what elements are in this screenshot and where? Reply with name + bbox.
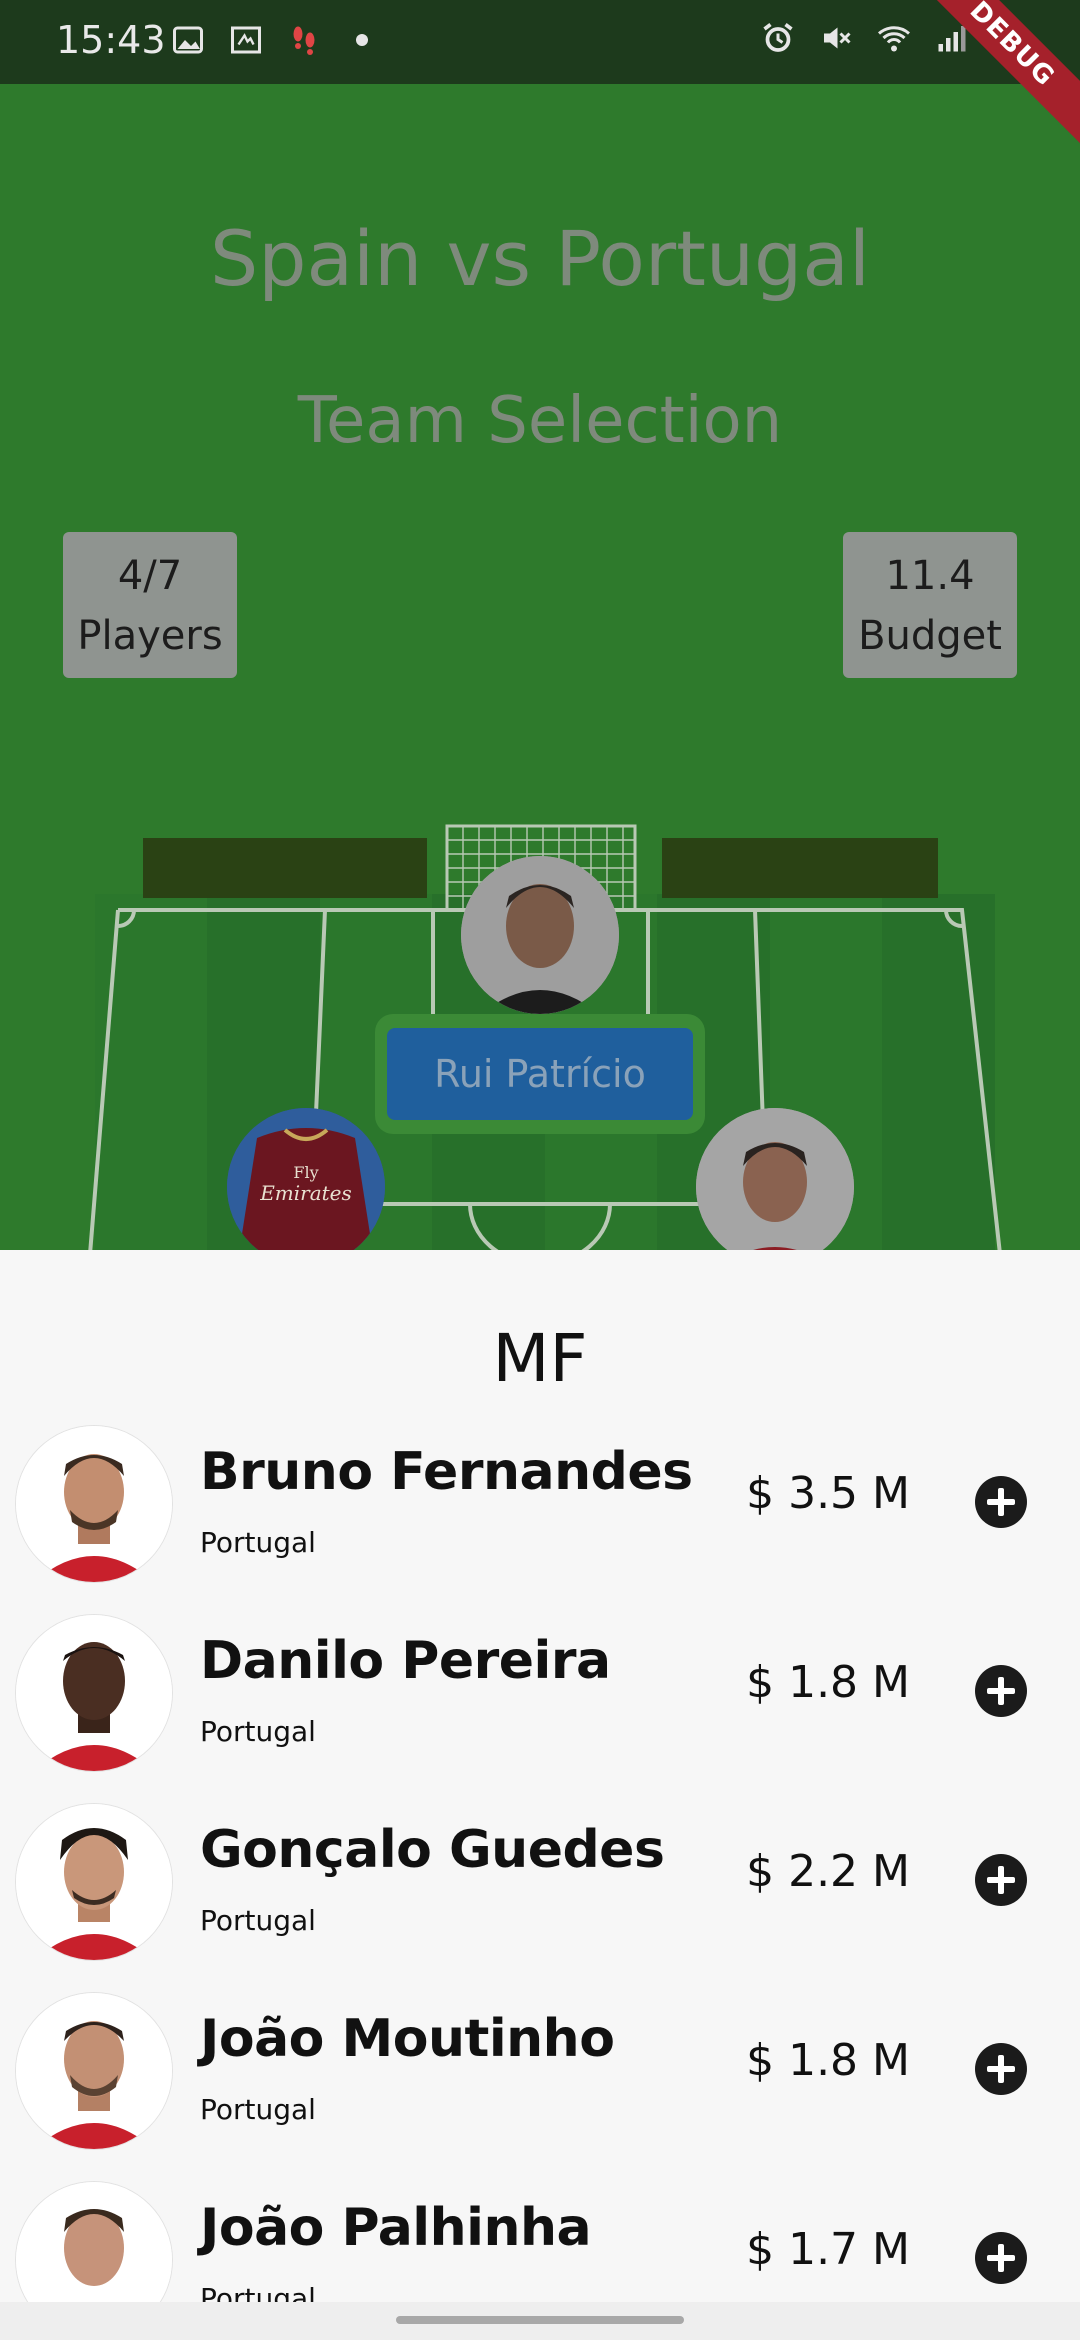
player-photo (461, 856, 619, 1014)
add-player-button[interactable] (975, 1665, 1027, 1717)
mute-icon (824, 27, 851, 49)
status-time: 15:43 (56, 18, 166, 62)
status-bar: 15:43 DEBUG (0, 0, 1080, 152)
player-name: Danilo Pereira (200, 1631, 611, 1691)
goalkeeper-chip[interactable] (461, 856, 619, 1014)
player-country: Portugal (200, 1904, 316, 1937)
player-row[interactable]: Bruno Fernandes Portugal $ 3.5 M (0, 1426, 1080, 1614)
player-avatar (16, 1615, 172, 1771)
add-player-button[interactable] (975, 1854, 1027, 1906)
footsteps-icon (293, 26, 315, 55)
player-price: $ 3.5 M (746, 1468, 910, 1519)
match-title: Spain vs Portugal (210, 214, 870, 303)
player-row[interactable]: João Moutinho Portugal $ 1.8 M (0, 1993, 1080, 2181)
home-indicator[interactable] (396, 2316, 684, 2324)
sim-icon (231, 26, 261, 54)
player-country: Portugal (200, 1715, 316, 1748)
player-row[interactable]: João Palhinha Portugal $ 1.7 M (0, 2182, 1080, 2302)
player-photo (16, 1615, 172, 1771)
image-icon (173, 26, 203, 54)
selected-player-name-button[interactable]: Rui Patrício (387, 1028, 693, 1120)
player-photo (16, 1426, 172, 1582)
team-selection-screen: Spain vs Portugal Team Selection 4/7 Pla… (0, 84, 1080, 1250)
player-price: $ 1.8 M (746, 2035, 910, 2086)
player-price: $ 1.7 M (746, 2224, 910, 2275)
player-name: João Moutinho (200, 2009, 615, 2069)
player-country: Portugal (200, 2282, 316, 2302)
svg-text:Emirates: Emirates (259, 1181, 352, 1205)
player-row[interactable]: Danilo Pereira Portugal $ 1.8 M (0, 1615, 1080, 1803)
svg-text:Fly: Fly (293, 1163, 318, 1182)
player-photo (16, 1993, 172, 2149)
player-photo (16, 2182, 172, 2302)
player-avatar (16, 2182, 172, 2302)
player-name: Bruno Fernandes (200, 1442, 693, 1502)
player-avatar (16, 1993, 172, 2149)
wifi-icon (878, 26, 910, 52)
budget-value: 11.4 (885, 553, 975, 599)
players-count-value: 4/7 (117, 553, 183, 599)
selected-player-tag: Rui Patrício (375, 1014, 705, 1134)
player-row[interactable]: Gonçalo Guedes Portugal $ 2.2 M (0, 1804, 1080, 1992)
add-player-button[interactable] (975, 2232, 1027, 2284)
position-title: MF (492, 1320, 588, 1397)
page-subtitle: Team Selection (297, 384, 783, 458)
player-avatar (16, 1426, 172, 1582)
budget-label: Budget (858, 613, 1002, 659)
player-price: $ 1.8 M (746, 1657, 910, 1708)
player-name: João Palhinha (200, 2198, 592, 2258)
add-player-button[interactable] (975, 1476, 1027, 1528)
budget-card: 11.4 Budget (843, 532, 1017, 678)
player-price: $ 2.2 M (746, 1846, 910, 1897)
player-picker-sheet: MF Bruno Fernandes Portugal $ 3.5 M Dani… (0, 1250, 1080, 2302)
player-country: Portugal (200, 1526, 316, 1559)
player-photo (16, 1804, 172, 1960)
players-count-card: 4/7 Players (63, 532, 237, 678)
alarm-icon (763, 23, 793, 52)
players-count-label: Players (77, 613, 223, 659)
player-name: Gonçalo Guedes (200, 1820, 665, 1880)
add-player-button[interactable] (975, 2043, 1027, 2095)
player-avatar (16, 1804, 172, 1960)
dot-icon (356, 34, 368, 46)
player-country: Portugal (200, 2093, 316, 2126)
status-left-icons (170, 22, 380, 58)
